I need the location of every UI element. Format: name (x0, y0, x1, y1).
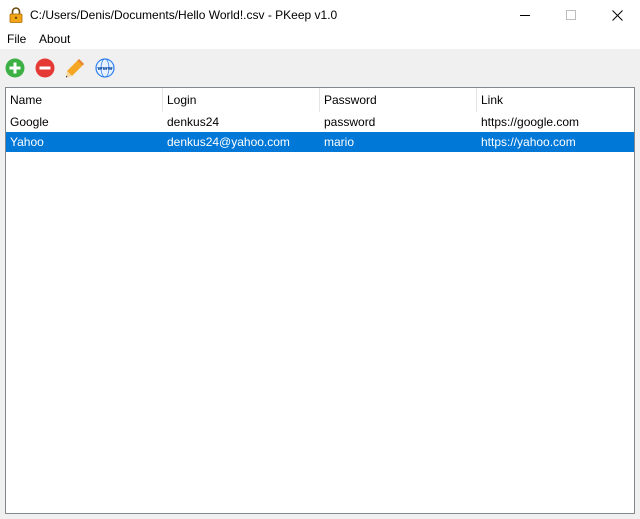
close-icon (611, 9, 623, 21)
column-header-link[interactable]: Link (477, 88, 634, 112)
minimize-icon (520, 15, 530, 16)
maximize-button[interactable] (548, 0, 594, 30)
column-header-login[interactable]: Login (163, 88, 320, 112)
lock-icon (9, 7, 23, 23)
cell-link: https://google.com (481, 115, 580, 129)
cell-login: denkus24@yahoo.com (167, 135, 290, 149)
column-header-password[interactable]: Password (320, 88, 477, 112)
web-globe-icon[interactable]: www (95, 58, 115, 78)
remove-icon[interactable] (35, 58, 55, 78)
minimize-button[interactable] (502, 0, 548, 30)
add-icon[interactable] (5, 58, 25, 78)
cell-name: Yahoo (10, 135, 44, 149)
title-bar[interactable]: C:/Users/Denis/Documents/Hello World!.cs… (0, 0, 640, 30)
maximize-icon (566, 10, 576, 20)
close-button[interactable] (594, 0, 640, 30)
app-window: C:/Users/Denis/Documents/Hello World!.cs… (0, 0, 640, 519)
password-table[interactable]: Name Login Password Link Google denkus24… (5, 87, 635, 514)
table-header: Name Login Password Link (6, 88, 634, 112)
table-row[interactable]: Google denkus24 password https://google.… (6, 112, 634, 132)
svg-text:www: www (97, 66, 112, 72)
window-title: C:/Users/Denis/Documents/Hello World!.cs… (30, 8, 338, 22)
menu-about[interactable]: About (37, 32, 72, 46)
menu-bar: File About (0, 30, 640, 49)
menu-file[interactable]: File (5, 32, 28, 46)
column-header-name[interactable]: Name (6, 88, 163, 112)
cell-password: mario (324, 135, 355, 149)
cell-login: denkus24 (167, 115, 220, 129)
table-row-selected[interactable]: Yahoo denkus24@yahoo.com mario https://y… (6, 132, 634, 152)
cell-name: Google (10, 115, 49, 129)
cell-password: password (324, 115, 376, 129)
cell-link: https://yahoo.com (481, 135, 576, 149)
edit-pencil-icon[interactable] (65, 58, 85, 78)
toolbar: www (0, 49, 640, 86)
